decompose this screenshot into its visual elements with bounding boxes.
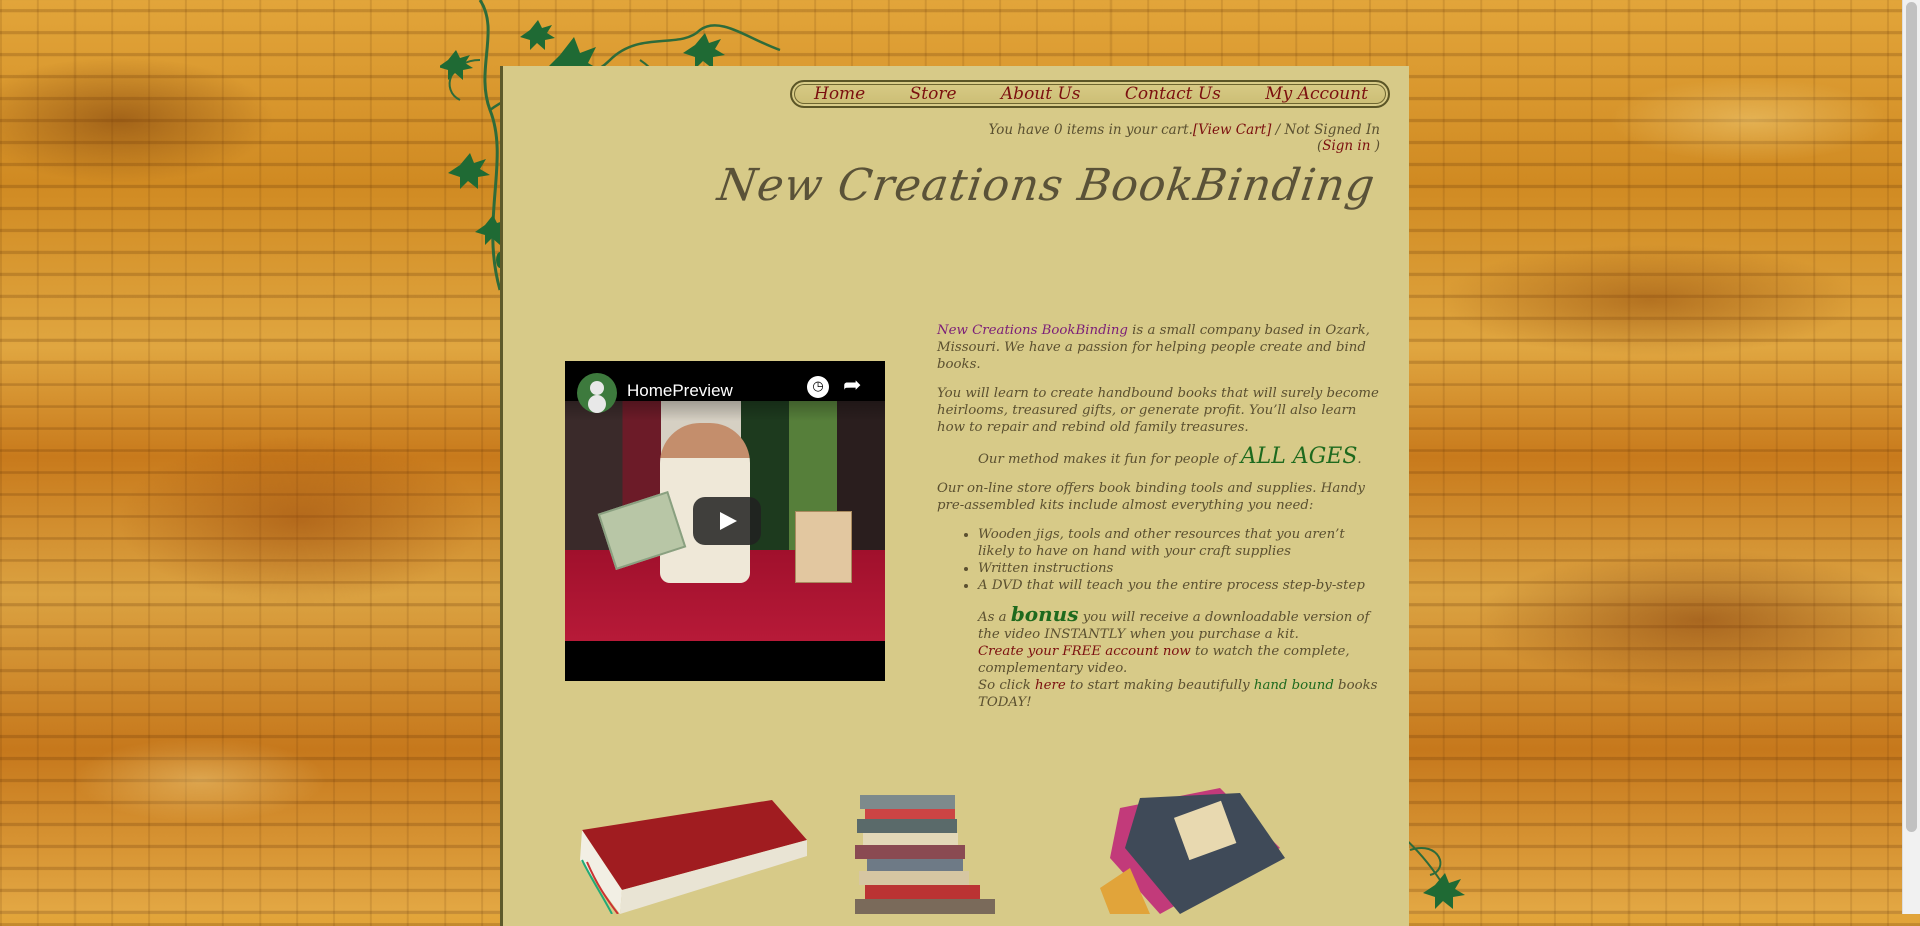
page-scrollbar[interactable] <box>1902 0 1920 914</box>
kit-contents-list: Wooden jigs, tools and other resources t… <box>937 526 1381 594</box>
video-title[interactable]: HomePreview <box>627 381 733 401</box>
list-item: Written instructions <box>978 560 1381 577</box>
hand-bound-link[interactable]: hand bound <box>1254 678 1334 693</box>
list-item: Wooden jigs, tools and other resources t… <box>978 526 1381 560</box>
click-prefix: So click <box>978 678 1036 693</box>
main-navigation: Home Store About Us Contact Us My Accoun… <box>790 80 1390 108</box>
view-cart-link[interactable]: [View Cart] <box>1193 122 1271 138</box>
all-ages-prefix: Our method makes it fun for people of <box>978 452 1241 467</box>
nav-about-us[interactable]: About Us <box>1001 84 1081 104</box>
site-title: New Creations BookBinding <box>714 160 1379 211</box>
account-line: Create your FREE account now to watch th… <box>978 643 1381 677</box>
here-link[interactable]: here <box>1035 678 1066 693</box>
click-line: So click here to start making beautifull… <box>978 677 1381 711</box>
signin-close: ) <box>1370 138 1380 154</box>
create-account-link[interactable]: Create your FREE account now <box>978 644 1191 659</box>
cart-status-bar: You have 0 items in your cart.[View Cart… <box>980 122 1380 154</box>
lily-dale-book-image[interactable] <box>1100 788 1290 914</box>
click-middle: to start making beautifully <box>1065 678 1254 693</box>
sign-in-link[interactable]: Sign in <box>1322 138 1370 154</box>
book-stack-image[interactable] <box>855 790 1005 914</box>
store-paragraph: Our on-line store offers book binding to… <box>937 481 1365 513</box>
nav-store[interactable]: Store <box>910 84 957 104</box>
intro-content: New Creations BookBinding is a small com… <box>937 322 1381 711</box>
nav-my-account[interactable]: My Account <box>1265 84 1368 104</box>
cart-count-text: You have 0 items in your cart. <box>988 122 1193 138</box>
learn-paragraph: You will learn to create handbound books… <box>937 386 1379 435</box>
all-ages-paragraph: Our method makes it fun for people of AL… <box>978 446 1381 468</box>
nav-contact-us[interactable]: Contact Us <box>1125 84 1221 104</box>
video-thumbnail-jig <box>795 511 852 583</box>
cart-separator: / <box>1271 122 1285 138</box>
intro-paragraph: New Creations BookBinding is a small com… <box>937 322 1381 373</box>
all-ages-emphasis: ALL AGES <box>1240 444 1358 469</box>
all-ages-suffix: . <box>1357 452 1362 467</box>
bonus-line: As a bonus you will receive a downloadab… <box>978 604 1381 643</box>
scrollbar-thumb[interactable] <box>1906 2 1917 832</box>
list-item: A DVD that will teach you the entire pro… <box>978 577 1381 594</box>
share-icon[interactable]: ➦ <box>843 373 861 398</box>
bonus-word: bonus <box>1010 602 1079 626</box>
channel-avatar-icon[interactable] <box>577 373 617 413</box>
bonus-prefix: As a <box>978 610 1011 625</box>
nav-home[interactable]: Home <box>814 84 865 104</box>
watch-later-icon[interactable]: ◷ <box>807 376 829 398</box>
brand-name: New Creations BookBinding <box>937 323 1128 338</box>
video-player[interactable]: HomePreview ◷ ➦ <box>565 361 885 681</box>
red-book-image[interactable] <box>562 800 812 914</box>
bonus-block: As a bonus you will receive a downloadab… <box>978 604 1381 711</box>
play-button-icon[interactable] <box>693 497 761 545</box>
